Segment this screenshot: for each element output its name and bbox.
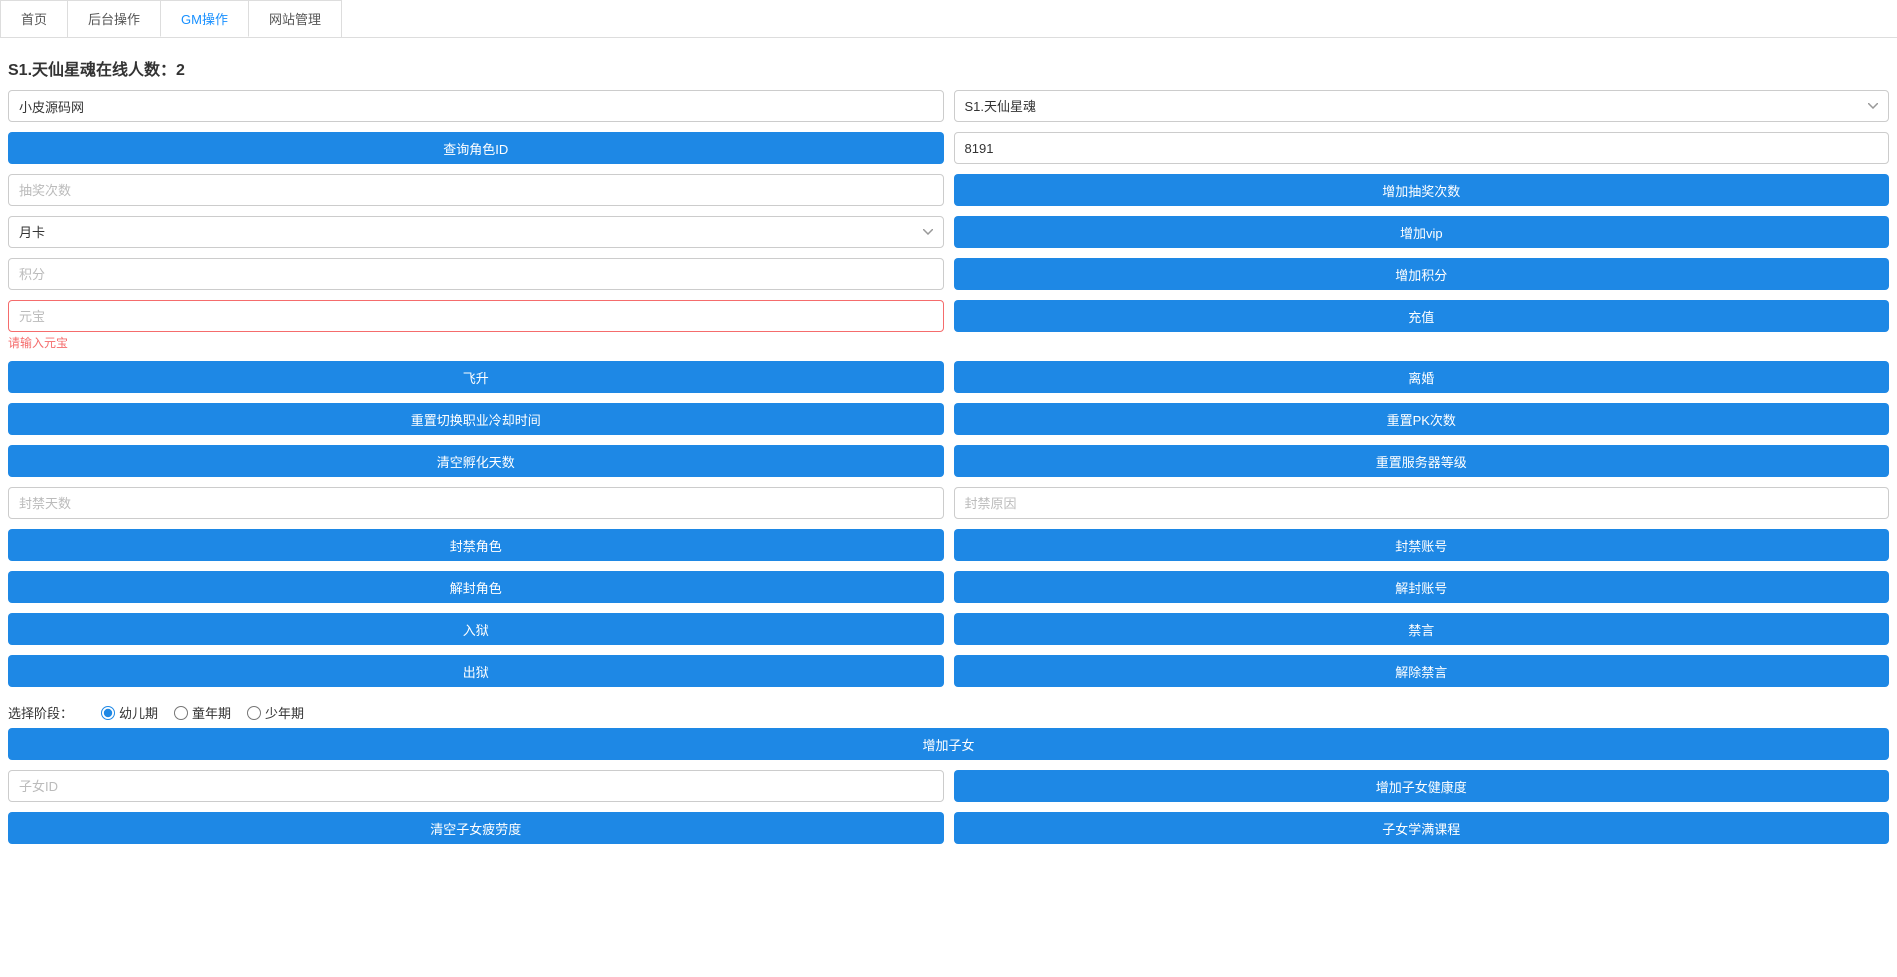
vip-select[interactable]: 月卡 [8, 216, 944, 248]
add-child-health-button[interactable]: 增加子女健康度 [954, 770, 1890, 802]
stage-radio-infant[interactable]: 幼儿期 [101, 703, 158, 722]
mute-button[interactable]: 禁言 [954, 613, 1890, 645]
ascend-button[interactable]: 飞升 [8, 361, 944, 393]
ban-account-button[interactable]: 封禁账号 [954, 529, 1890, 561]
stage-radio-child[interactable]: 童年期 [174, 703, 231, 722]
add-vip-button[interactable]: 增加vip [954, 216, 1890, 248]
ban-days-input[interactable] [8, 487, 944, 519]
stage-radio-youth-label: 少年期 [265, 703, 304, 722]
add-points-button[interactable]: 增加积分 [954, 258, 1890, 290]
tab-home[interactable]: 首页 [0, 0, 68, 37]
ban-role-button[interactable]: 封禁角色 [8, 529, 944, 561]
stage-radio-youth[interactable]: 少年期 [247, 703, 304, 722]
stage-radio-child-input[interactable] [174, 706, 188, 720]
child-full-course-button[interactable]: 子女学满课程 [954, 812, 1890, 844]
role-id-input[interactable] [954, 132, 1890, 164]
stage-radio-child-label: 童年期 [192, 703, 231, 722]
add-lottery-button[interactable]: 增加抽奖次数 [954, 174, 1890, 206]
unmute-button[interactable]: 解除禁言 [954, 655, 1890, 687]
account-input[interactable] [8, 90, 944, 122]
clear-child-fatigue-button[interactable]: 清空子女疲劳度 [8, 812, 944, 844]
yuanbao-input[interactable] [8, 300, 944, 332]
online-count-heading: S1.天仙星魂在线人数：2 [8, 56, 1889, 80]
tab-backend[interactable]: 后台操作 [67, 0, 161, 37]
recharge-button[interactable]: 充值 [954, 300, 1890, 332]
stage-label: 选择阶段： [8, 703, 73, 722]
reset-server-level-button[interactable]: 重置服务器等级 [954, 445, 1890, 477]
stage-radio-infant-input[interactable] [101, 706, 115, 720]
reset-job-cd-button[interactable]: 重置切换职业冷却时间 [8, 403, 944, 435]
divorce-button[interactable]: 离婚 [954, 361, 1890, 393]
tab-gm[interactable]: GM操作 [160, 0, 249, 37]
tab-bar: 首页 后台操作 GM操作 网站管理 [0, 0, 1897, 38]
stage-radio-youth-input[interactable] [247, 706, 261, 720]
points-input[interactable] [8, 258, 944, 290]
unban-account-button[interactable]: 解封账号 [954, 571, 1890, 603]
query-role-id-button[interactable]: 查询角色ID [8, 132, 944, 164]
add-child-button[interactable]: 增加子女 [8, 728, 1889, 760]
child-id-input[interactable] [8, 770, 944, 802]
ban-reason-input[interactable] [954, 487, 1890, 519]
unjail-button[interactable]: 出狱 [8, 655, 944, 687]
yuanbao-error-text: 请输入元宝 [8, 334, 944, 351]
stage-radio-infant-label: 幼儿期 [119, 703, 158, 722]
clear-hatch-button[interactable]: 清空孵化天数 [8, 445, 944, 477]
stage-radio-group: 选择阶段： 幼儿期 童年期 少年期 [8, 697, 1889, 728]
lottery-count-input[interactable] [8, 174, 944, 206]
reset-pk-button[interactable]: 重置PK次数 [954, 403, 1890, 435]
server-select[interactable]: S1.天仙星魂 [954, 90, 1890, 122]
jail-button[interactable]: 入狱 [8, 613, 944, 645]
tab-site[interactable]: 网站管理 [248, 0, 342, 37]
main-content: S1.天仙星魂在线人数：2 S1.天仙星魂 查询角色ID 增加抽奖次数 月卡 [0, 38, 1897, 864]
unban-role-button[interactable]: 解封角色 [8, 571, 944, 603]
